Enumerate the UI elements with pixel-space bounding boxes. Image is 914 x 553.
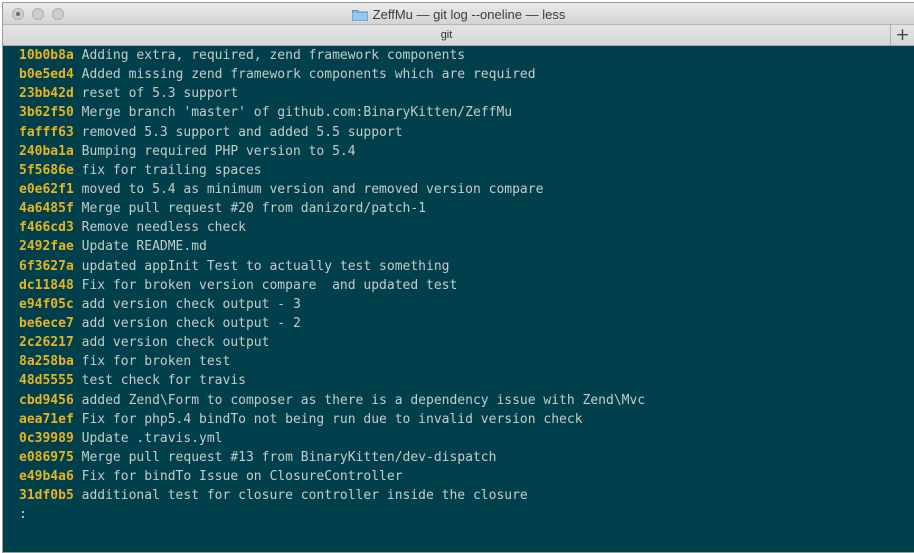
- commit-message: test check for travis: [81, 373, 246, 389]
- commit-message: moved to 5.4 as minimum version and remo…: [81, 181, 544, 197]
- title-bar[interactable]: ZeffMu — git log --oneline — less: [3, 3, 914, 25]
- commit-hash: e49b4a6: [19, 469, 74, 485]
- terminal-window: ZeffMu — git log --oneline — less git + …: [2, 2, 914, 553]
- commit-hash: 0c39989: [19, 430, 74, 446]
- commit-line: 240ba1a Bumping required PHP version to …: [19, 142, 914, 161]
- commit-message: updated appInit Test to actually test so…: [81, 258, 450, 274]
- commit-hash: 6f3627a: [19, 258, 74, 274]
- folder-icon: [351, 9, 368, 21]
- commit-hash: 3b62f50: [19, 105, 74, 121]
- commit-line: e086975 Merge pull request #13 from Bina…: [19, 448, 914, 467]
- commit-message: Update README.md: [81, 239, 207, 255]
- commit-message: Update .travis.yml: [81, 430, 223, 446]
- commit-message: additional test for closure controller i…: [81, 488, 528, 504]
- commit-message: fix for broken test: [81, 354, 231, 370]
- window-title: ZeffMu — git log --oneline — less: [372, 6, 566, 22]
- commit-message: removed 5.3 support and added 5.5 suppor…: [81, 124, 403, 140]
- commit-hash: fafff63: [19, 124, 74, 140]
- new-tab-button[interactable]: +: [890, 25, 914, 45]
- commit-line: 3b62f50 Merge branch 'master' of github.…: [19, 103, 914, 122]
- commit-message: Fix for broken version compare and updat…: [81, 277, 458, 293]
- commit-hash: e94f05c: [19, 296, 74, 312]
- commit-line: fafff63 removed 5.3 support and added 5.…: [19, 123, 914, 142]
- commit-message: Merge pull request #13 from BinaryKitten…: [81, 449, 497, 465]
- commit-hash: 10b0b8a: [19, 48, 74, 63]
- tab-git[interactable]: git: [3, 25, 890, 45]
- commit-message: Bumping required PHP version to 5.4: [81, 143, 356, 159]
- commit-line: 2c26217 add version check output: [19, 333, 914, 352]
- commit-message: Merge pull request #20 from danizord/pat…: [81, 201, 426, 217]
- commit-line: aea71ef Fix for php5.4 bindTo not being …: [19, 410, 914, 429]
- commit-line: 31df0b5 additional test for closure cont…: [19, 486, 914, 505]
- commit-hash: aea71ef: [19, 411, 74, 427]
- commit-line: 6f3627a updated appInit Test to actually…: [19, 257, 914, 276]
- commit-message: add version check output - 2: [81, 315, 301, 331]
- commit-line: 2492fae Update README.md: [19, 237, 914, 256]
- commit-hash: dc11848: [19, 277, 74, 293]
- commit-line: 10b0b8a Adding extra, required, zend fra…: [19, 46, 914, 65]
- commit-hash: 48d5555: [19, 373, 74, 389]
- commit-line: 23bb42d reset of 5.3 support: [19, 84, 914, 103]
- commit-message: Fix for php5.4 bindTo not being run due …: [81, 411, 583, 427]
- commit-message: Adding extra, required, zend framework c…: [81, 48, 466, 63]
- commit-line: dc11848 Fix for broken version compare a…: [19, 276, 914, 295]
- commit-hash: e0e62f1: [19, 181, 74, 197]
- window-title-group: ZeffMu — git log --oneline — less: [3, 3, 914, 25]
- commit-hash: e086975: [19, 449, 74, 465]
- commit-hash: be6ece7: [19, 315, 74, 331]
- commit-message: add version check output - 3: [81, 296, 301, 312]
- commit-line: 0c39989 Update .travis.yml: [19, 429, 914, 448]
- commit-line: 4a6485f Merge pull request #20 from dani…: [19, 199, 914, 218]
- tab-bar: git +: [3, 25, 914, 46]
- commit-line: 5f5686e fix for trailing spaces: [19, 161, 914, 180]
- commit-line: cbd9456 added Zend\Form to composer as t…: [19, 391, 914, 410]
- commit-line: 48d5555 test check for travis: [19, 371, 914, 390]
- commit-message: fix for trailing spaces: [81, 162, 262, 178]
- commit-message: Added missing zend framework components …: [81, 67, 536, 83]
- commit-message: Remove needless check: [81, 220, 246, 236]
- commit-message: Fix for bindTo Issue on ClosureControlle…: [81, 469, 403, 485]
- commit-hash: 5f5686e: [19, 162, 74, 178]
- commit-hash: 31df0b5: [19, 488, 74, 504]
- commit-line: e94f05c add version check output - 3: [19, 295, 914, 314]
- commit-hash: f466cd3: [19, 220, 74, 236]
- commit-line: 8a258ba fix for broken test: [19, 352, 914, 371]
- commit-hash: 23bb42d: [19, 86, 74, 102]
- commit-line: b0e5ed4 Added missing zend framework com…: [19, 65, 914, 84]
- commit-line: be6ece7 add version check output - 2: [19, 314, 914, 333]
- commit-message: reset of 5.3 support: [81, 86, 239, 102]
- commit-hash: 2c26217: [19, 335, 74, 351]
- commit-message: Merge branch 'master' of github.com:Bina…: [81, 105, 513, 121]
- commit-line: e0e62f1 moved to 5.4 as minimum version …: [19, 180, 914, 199]
- commit-hash: 8a258ba: [19, 354, 74, 370]
- commit-hash: 4a6485f: [19, 201, 74, 217]
- commit-hash: 240ba1a: [19, 143, 74, 159]
- commit-hash: b0e5ed4: [19, 67, 74, 83]
- terminal-output[interactable]: 10b0b8a Adding extra, required, zend fra…: [3, 46, 914, 552]
- commit-line: f466cd3 Remove needless check: [19, 218, 914, 237]
- commit-hash: cbd9456: [19, 392, 74, 408]
- commit-message: add version check output: [81, 335, 270, 351]
- commit-message: added Zend\Form to composer as there is …: [81, 392, 646, 408]
- less-prompt[interactable]: :: [19, 505, 914, 524]
- commit-line: e49b4a6 Fix for bindTo Issue on ClosureC…: [19, 467, 914, 486]
- commit-hash: 2492fae: [19, 239, 74, 255]
